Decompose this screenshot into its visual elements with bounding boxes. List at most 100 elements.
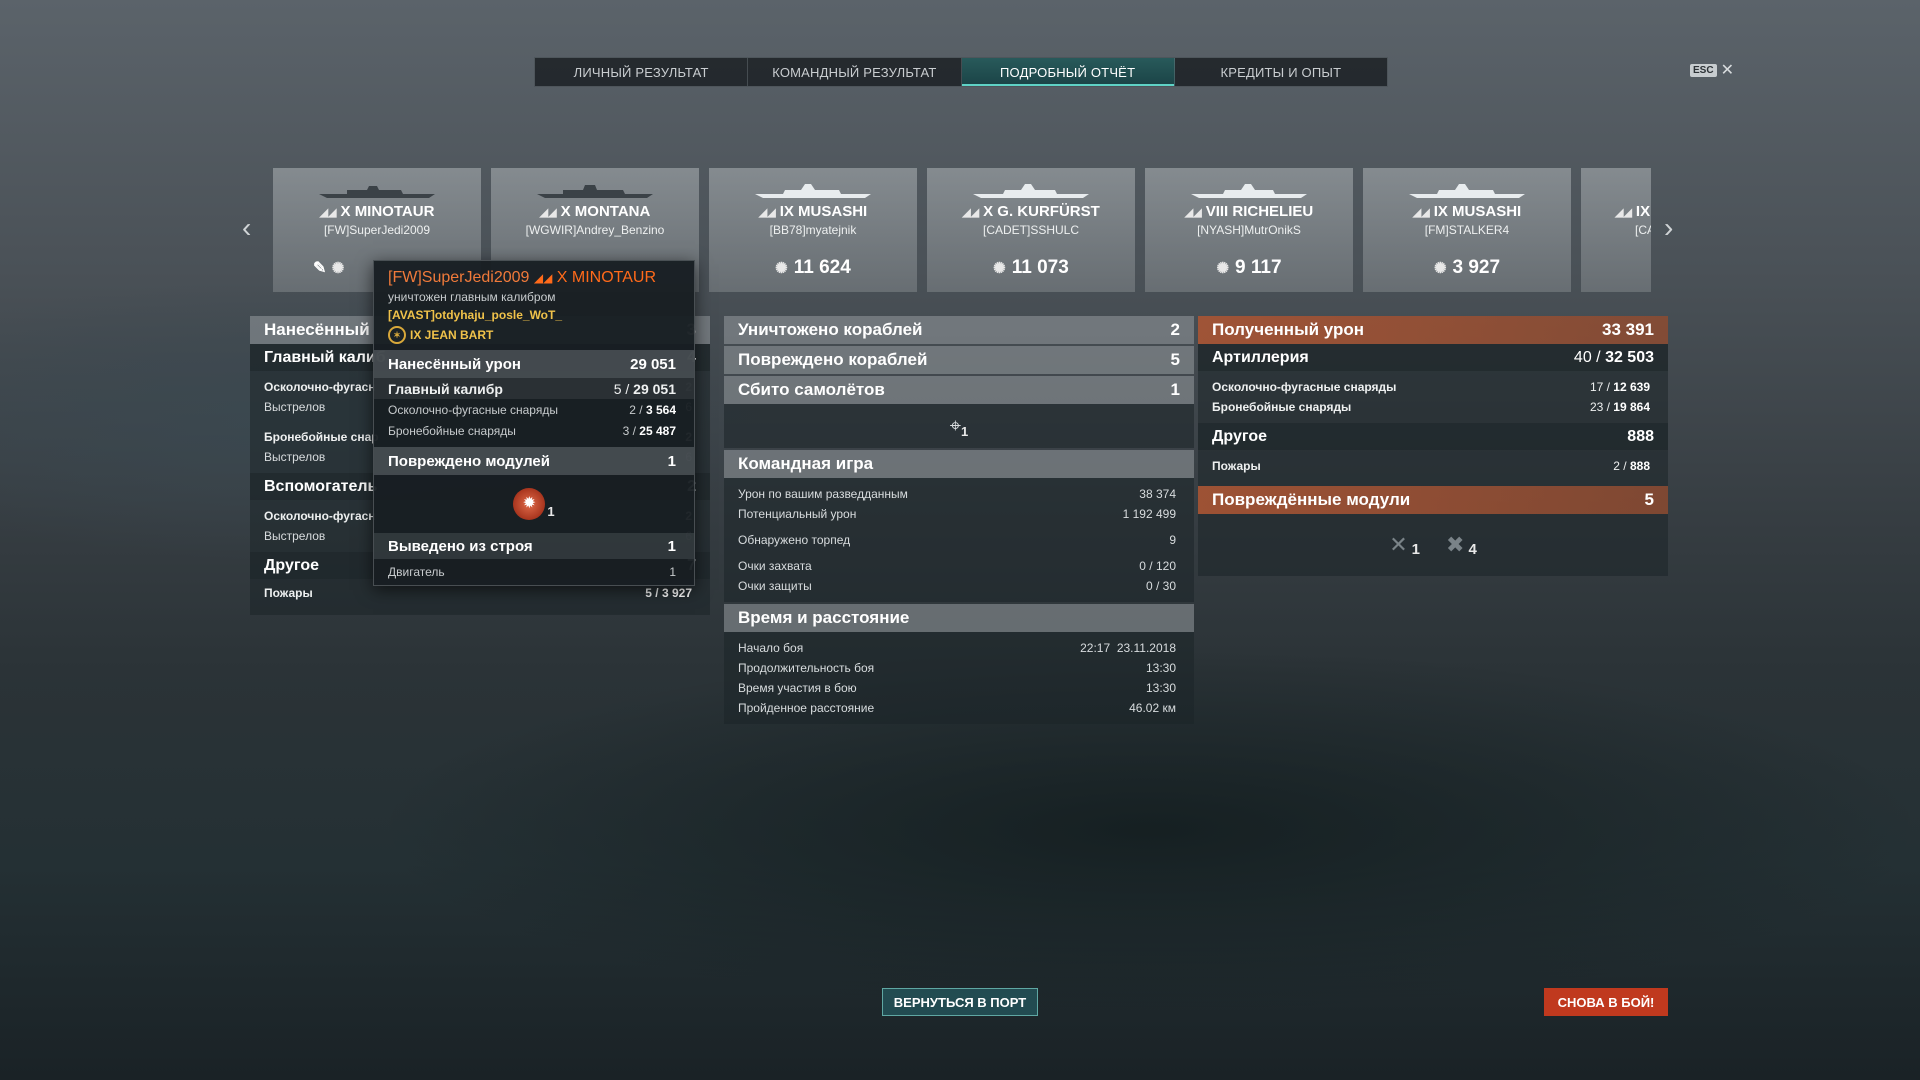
- row-label: Продолжительность боя: [738, 661, 875, 675]
- tab-team-result[interactable]: КОМАНДНЫЙ РЕЗУЛЬТАТ: [748, 58, 962, 86]
- ship-tier: X: [340, 203, 351, 220]
- ship-name: G. KURFÜRST: [997, 203, 1100, 220]
- artillery-row: Артиллерия 40 / 32 503: [1198, 344, 1668, 371]
- tooltip-ap-row: Бронебойные снаряды 3 / 25 487: [374, 420, 694, 441]
- return-to-port-button[interactable]: ВЕРНУТЬСЯ В ПОРТ: [882, 988, 1038, 1016]
- row-label: Выстрелов: [264, 450, 326, 464]
- tab-personal-result[interactable]: ЛИЧНЫЙ РЕЗУЛЬТАТ: [535, 58, 749, 86]
- value-count: 17 /: [1589, 380, 1614, 394]
- class-icon: ◢◢: [962, 207, 980, 219]
- fires-count: 5 /: [645, 586, 662, 600]
- row-value: 5 / 3 927: [645, 586, 692, 600]
- tooltip-ship: X MINOTAUR: [556, 269, 657, 286]
- fires-damage: 3 927: [661, 586, 692, 600]
- ship-title: ◢◢ IX MUSASHI: [1363, 203, 1571, 220]
- ship-class-icon: ◢◢: [533, 271, 553, 285]
- row-label: Повреждено модулей: [388, 452, 550, 470]
- row-value: 22:17 23.11.2018: [1080, 641, 1176, 655]
- row-value: 5: [1170, 350, 1180, 369]
- planes-shot-row: Сбито самолётов 1: [724, 376, 1194, 404]
- row-label: Бронебойные снар: [264, 430, 379, 444]
- time-distance-header: Время и расстояние: [724, 604, 1194, 632]
- tooltip-module-icons: ✹ 1: [374, 475, 694, 533]
- destroyed-ships-row: Уничтожено кораблей 2: [724, 316, 1194, 344]
- damage-value: ✺ 11 624: [709, 257, 917, 279]
- tooltip-title: [FW]SuperJedi2009 ◢◢ X MINOTAUR: [388, 269, 680, 287]
- row-value: 2: [1170, 320, 1180, 339]
- row-label: Вспомогатель: [264, 477, 378, 495]
- teamplay-header: Командная игра: [724, 450, 1194, 478]
- tooltip-killer-ship-row: ✶ IX JEAN BART: [388, 326, 680, 344]
- planes-icon-area: ⌖ 1: [724, 404, 1194, 448]
- crosshair-icon: ⌖: [949, 414, 962, 437]
- tab-credits-xp[interactable]: КРЕДИТЫ И ОПЫТ: [1175, 58, 1387, 86]
- stat-row: Осколочно-фугасные снаряды 17 / 12 639: [1198, 377, 1668, 397]
- planes-icon-count: 1: [961, 423, 969, 439]
- close-icon: ✕: [1720, 62, 1734, 79]
- stat-row: Обнаружено торпед 9: [724, 530, 1194, 550]
- carousel-prev-arrow[interactable]: ‹: [242, 212, 251, 244]
- row-value: 0 / 30: [1145, 579, 1176, 593]
- tooltip-main-caliber-row: Главный калибр 5 / 29 051: [374, 378, 694, 399]
- row-value: 0 / 120: [1139, 559, 1176, 573]
- row-value: 1: [667, 452, 676, 470]
- row-value: 23 / 19 864: [1590, 400, 1650, 414]
- row-label: Осколочно-фугасн: [264, 509, 376, 523]
- battle-again-button[interactable]: СНОВА В БОЙ!: [1544, 988, 1668, 1016]
- row-value: 3 / 25 487: [623, 424, 676, 438]
- value-count: 5 /: [613, 380, 634, 397]
- tab-detailed-report[interactable]: ПОДРОБНЫЙ ОТЧЁТ: [961, 58, 1175, 86]
- ship-tier: X: [560, 203, 571, 220]
- ship-title: ◢◢ VIII RICHELIEU: [1145, 203, 1353, 220]
- carousel-next-arrow[interactable]: ›: [1664, 212, 1673, 244]
- module-stat: ✖ 4: [1446, 532, 1477, 558]
- stat-row: Продолжительность боя 13:30: [724, 658, 1194, 678]
- row-label: Повреждённые модули: [1212, 490, 1411, 509]
- ship-card[interactable]: ◢◢ VIII RICHELIEU [NYASH]MutrOnikS ✺ 9 117: [1145, 168, 1353, 292]
- ship-silhouette-icon: [973, 184, 1089, 198]
- row-label: Осколочно-фугасные снаряды: [388, 402, 558, 417]
- ship-name: MINOTAUR: [354, 203, 435, 220]
- row-value: 46.02 км: [1129, 701, 1176, 715]
- row-label: Полученный урон: [1212, 320, 1365, 339]
- ship-silhouette-icon: [1409, 184, 1525, 198]
- row-label: Артиллерия: [1212, 348, 1309, 366]
- ship-card[interactable]: ◢◢ X G. KURFÜRST [CADET]SSHULC ✺ 11 073: [927, 168, 1135, 292]
- close-button[interactable]: ESC ✕: [1690, 60, 1734, 80]
- value-count: 23 /: [1589, 400, 1614, 414]
- ship-card[interactable]: ◢◢ IX MUSASHI [FM]STALKER4 ✺ 3 927: [1363, 168, 1571, 292]
- damaged-ships-row: Повреждено кораблей 5: [724, 346, 1194, 374]
- tooltip-engine-row: Двигатель 1: [374, 559, 694, 585]
- row-label: Пожары: [1212, 459, 1261, 473]
- row-value: 29 051: [630, 355, 676, 373]
- value-count: 2 /: [629, 402, 646, 417]
- ship-tier: VIII: [1205, 203, 1229, 220]
- torpedo-icon: ✎: [313, 260, 327, 277]
- tooltip-he-row: Осколочно-фугасные снаряды 2 / 3 564: [374, 399, 694, 420]
- ship-card-partial[interactable]: ◢◢IX [CA: [1581, 168, 1651, 292]
- module-count: 1: [1411, 541, 1420, 558]
- row-value: 5 / 29 051: [614, 381, 676, 397]
- ship-name: RICHELIEU: [1232, 203, 1314, 220]
- class-icon: ◢◢: [758, 207, 776, 219]
- value-damage: 32 503: [1605, 348, 1654, 366]
- row-label: Выведено из строя: [388, 537, 533, 555]
- value-damage: 888: [1629, 459, 1650, 473]
- row-value: 9: [1169, 533, 1176, 547]
- stat-row: Пройденное расстояние 46.02 км: [724, 698, 1194, 718]
- damage-icon: ✺: [331, 260, 345, 277]
- ship-card[interactable]: ◢◢ IX MUSASHI [BB78]myatejnik ✺ 11 624: [709, 168, 917, 292]
- row-value: 2 / 3 564: [629, 403, 676, 417]
- value-damage: 29 051: [633, 380, 676, 397]
- damage-value: ✺ 3 927: [1363, 257, 1571, 279]
- row-value: 40 / 32 503: [1574, 349, 1654, 367]
- row-value: 1: [1170, 380, 1180, 399]
- other-row: Другое 888: [1198, 423, 1668, 450]
- damage-icon: ✺: [1433, 260, 1447, 277]
- player-name: [BB78]myatejnik: [769, 223, 857, 237]
- player-name: [CA: [1635, 223, 1651, 237]
- damaged-modules-icons: ✕ 1 ✖ 4: [1198, 514, 1668, 576]
- player-name: [WGWIR]Andrey_Benzino: [525, 223, 665, 237]
- value-damage: 3 564: [645, 402, 676, 417]
- class-icon: ◢◢: [1412, 207, 1430, 219]
